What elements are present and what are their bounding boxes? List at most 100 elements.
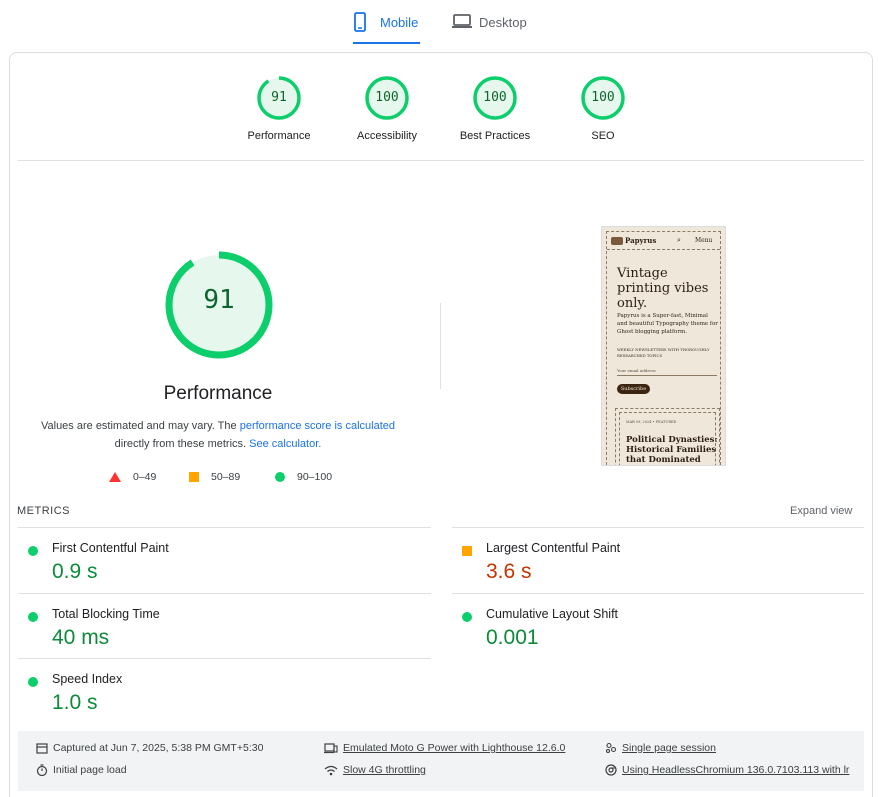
- page-screenshot[interactable]: Papyrus ⌕ Menu Vintage printing vibes on…: [601, 226, 726, 466]
- score-calculated-link[interactable]: performance score is calculated: [240, 420, 395, 432]
- single-page-session[interactable]: Single page session: [605, 742, 716, 754]
- gauge-score: 100: [375, 90, 399, 105]
- legend-average-label: 50–89: [211, 471, 241, 483]
- metric-speed-index: Speed Index 1.0 s: [18, 671, 418, 735]
- browser-version[interactable]: Using HeadlessChromium 136.0.7103.113 wi…: [605, 764, 849, 776]
- metric-tbt: Total Blocking Time 40 ms: [18, 606, 418, 670]
- pass-icon: [28, 546, 38, 556]
- divider: [452, 527, 864, 528]
- gauge-performance[interactable]: 91 Performance: [229, 75, 329, 142]
- pass-icon: [462, 612, 472, 622]
- gauge-label: Accessibility: [357, 130, 417, 142]
- vertical-divider: [440, 303, 441, 389]
- metric-fcp: First Contentful Paint 0.9 s: [18, 540, 418, 604]
- legend-fail-label: 0–49: [133, 471, 157, 483]
- metrics-title: METRICS: [17, 505, 70, 517]
- screenshot-logo: Papyrus: [611, 236, 656, 245]
- circle-icon: [275, 472, 285, 482]
- captured-text: Captured at Jun 7, 2025, 5:38 PM GMT+5:3…: [53, 742, 264, 754]
- legend-average: 50–89: [189, 471, 240, 483]
- device-tabs: Mobile Desktop: [0, 0, 879, 44]
- pass-icon: [28, 677, 38, 687]
- screenshot-card-title: Political Dynasties: Historical Families…: [626, 435, 718, 465]
- metric-value: 0.001: [486, 626, 539, 649]
- score-legend: 0–49 50–89 90–100: [10, 471, 430, 485]
- screenshot-email: Your email address: [617, 368, 717, 376]
- performance-score: 91: [203, 285, 235, 315]
- metric-value: 1.0 s: [52, 691, 98, 714]
- pass-icon: [28, 612, 38, 622]
- metric-label: Cumulative Layout Shift: [486, 607, 619, 621]
- report-card: 91 Performance 100 Accessibility 100 Bes…: [9, 52, 873, 797]
- throttling-text: Slow 4G throttling: [343, 764, 426, 776]
- metric-value: 0.9 s: [52, 560, 98, 583]
- runtime-settings: Captured at Jun 7, 2025, 5:38 PM GMT+5:3…: [18, 731, 864, 791]
- performance-gauge: 91: [164, 250, 274, 360]
- gauge-accessibility[interactable]: 100 Accessibility: [337, 75, 437, 142]
- metric-label: First Contentful Paint: [52, 541, 169, 555]
- screenshot-small-text: WEEKLY NEWSLETTERS WITH THOROUGHLY RESEA…: [617, 347, 710, 358]
- tab-mobile-label: Mobile: [380, 15, 419, 30]
- metric-label: Total Blocking Time: [52, 607, 160, 621]
- screenshot-headline: Vintage printing vibes only.: [617, 266, 709, 311]
- legend-pass: 90–100: [275, 471, 332, 483]
- search-icon: ⌕: [677, 236, 681, 244]
- tab-mobile[interactable]: Mobile: [353, 10, 420, 44]
- divider: [18, 593, 431, 594]
- captured-at: Captured at Jun 7, 2025, 5:38 PM GMT+5:3…: [36, 742, 263, 754]
- screenshot-text: Papyrus is a Super-fast, Minimal and bea…: [617, 313, 718, 335]
- gauge-label: SEO: [591, 130, 615, 142]
- network-throttling[interactable]: Slow 4G throttling: [324, 764, 426, 776]
- square-icon: [189, 472, 199, 482]
- metric-label: Speed Index: [52, 672, 123, 686]
- initial-load-text: Initial page load: [53, 764, 127, 776]
- divider: [18, 658, 431, 659]
- wifi-icon: [324, 765, 338, 776]
- metric-label: Largest Contentful Paint: [486, 541, 621, 555]
- session-text: Single page session: [622, 742, 716, 754]
- gauge-score: 100: [483, 90, 507, 105]
- desc-text: directly from these metrics.: [114, 438, 250, 450]
- laptop-icon: [452, 14, 472, 28]
- phone-icon: [354, 12, 366, 32]
- tab-desktop-label: Desktop: [479, 15, 527, 30]
- performance-description: Values are estimated and may vary. The p…: [38, 417, 398, 453]
- logo-icon: [611, 237, 623, 245]
- performance-title: Performance: [163, 383, 273, 404]
- screenshot-meta: MAR 09, 2024 • FEATURED: [626, 420, 677, 424]
- screenshot-menu: Menu: [695, 237, 713, 244]
- calendar-icon: [36, 743, 48, 754]
- device-icon: [324, 743, 338, 754]
- divider: [18, 160, 864, 161]
- gauge-best-practices[interactable]: 100 Best Practices: [445, 75, 545, 142]
- people-icon: [605, 742, 617, 754]
- metric-value: 40 ms: [52, 626, 110, 649]
- device-text: Emulated Moto G Power with Lighthouse 12…: [343, 742, 566, 754]
- triangle-icon: [109, 472, 121, 482]
- gauge-seo[interactable]: 100 SEO: [553, 75, 653, 142]
- screenshot-post-card: MAR 09, 2024 • FEATURED Political Dynast…: [615, 408, 720, 465]
- gauge-score: 100: [591, 90, 615, 105]
- divider: [18, 527, 431, 528]
- chrome-icon: [605, 764, 617, 776]
- logo-text: Papyrus: [625, 236, 657, 245]
- metric-lcp: Largest Contentful Paint 3.6 s: [452, 540, 852, 604]
- metric-value: 3.6 s: [486, 560, 532, 583]
- desc-text: Values are estimated and may vary. The: [40, 420, 240, 432]
- metric-cls: Cumulative Layout Shift 0.001: [452, 606, 852, 670]
- tab-desktop[interactable]: Desktop: [451, 10, 541, 44]
- average-icon: [462, 546, 472, 556]
- emulated-device[interactable]: Emulated Moto G Power with Lighthouse 12…: [324, 742, 565, 754]
- screenshot-button: Subscribe: [617, 384, 650, 394]
- screenshot-nav: Papyrus ⌕ Menu: [607, 232, 720, 250]
- see-calculator-link[interactable]: See calculator.: [249, 438, 321, 450]
- timer-icon: [36, 764, 48, 776]
- legend-fail: 0–49: [109, 471, 156, 483]
- initial-load: Initial page load: [36, 764, 127, 776]
- expand-view-button[interactable]: Expand view: [790, 505, 852, 517]
- divider: [452, 593, 864, 594]
- legend-pass-label: 90–100: [297, 471, 333, 483]
- gauge-score: 91: [271, 90, 287, 105]
- gauge-label: Best Practices: [459, 130, 531, 142]
- screenshot-frame: Papyrus ⌕ Menu Vintage printing vibes on…: [606, 231, 721, 465]
